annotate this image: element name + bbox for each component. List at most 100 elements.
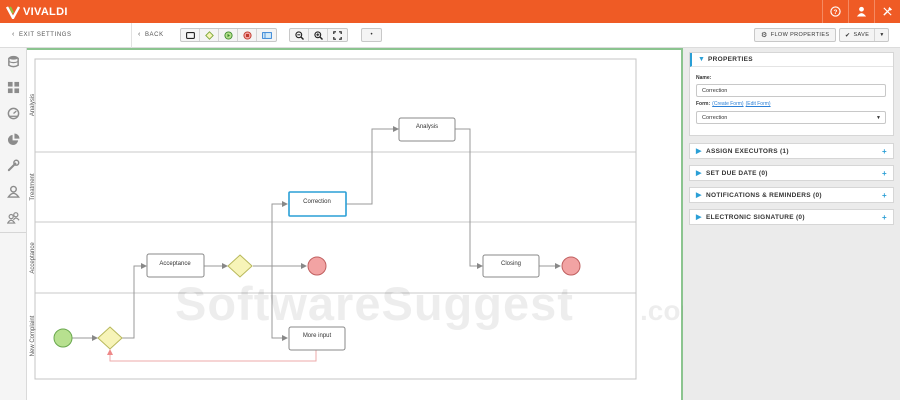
add-icon[interactable]: + — [882, 213, 887, 222]
task-label: Closing — [501, 261, 521, 267]
electronic-signature-section[interactable]: ▶ ELECTRONIC SIGNATURE (0) + — [689, 209, 894, 225]
form-label: Form: — [696, 101, 711, 107]
sidebar-divider — [0, 232, 26, 233]
gauge-icon — [7, 107, 19, 119]
help-icon: ? — [830, 6, 841, 17]
lane-icon — [261, 31, 272, 39]
pie-chart-icon — [7, 132, 20, 145]
lane-tool-button[interactable] — [257, 29, 276, 41]
add-icon[interactable]: + — [882, 169, 887, 178]
zoom-out-button[interactable] — [290, 29, 309, 41]
diagram-canvas[interactable]: Analysis Treatment Acceptance New Compla… — [27, 48, 682, 400]
wrench-icon — [7, 159, 19, 171]
add-icon[interactable]: + — [882, 147, 887, 156]
fit-screen-button[interactable] — [328, 29, 347, 41]
watermark: SoftwareSuggest — [175, 277, 574, 330]
section-header[interactable]: ▶ ASSIGN EXECUTORS (1) + — [690, 144, 893, 158]
lane-label-analysis[interactable]: Analysis — [30, 94, 36, 116]
user-icon — [856, 6, 867, 17]
chevron-down-icon: ▼ — [698, 56, 706, 63]
start-event[interactable] — [53, 328, 73, 348]
start-event-tool-button[interactable] — [219, 29, 238, 41]
chevron-right-icon: ▶ — [696, 192, 702, 199]
sidebar-item-reports[interactable] — [0, 126, 26, 152]
vivaldi-logo-icon — [6, 6, 20, 19]
task-correction[interactable]: Correction — [288, 191, 347, 217]
sidebar-item-database[interactable] — [0, 48, 26, 74]
options-button[interactable]: • — [362, 29, 381, 41]
exit-settings-label: EXIT SETTINGS — [18, 31, 72, 38]
user-button[interactable] — [848, 0, 874, 23]
task-tool-button[interactable] — [181, 29, 200, 41]
caret-down-icon: ▼ — [876, 114, 881, 121]
task-label: Analysis — [416, 124, 438, 130]
chevron-right-icon: ▶ — [696, 170, 702, 177]
task-label: Correction — [303, 199, 331, 205]
notifications-section[interactable]: ▶ NOTIFICATIONS & REMINDERS (0) + — [689, 187, 894, 203]
app-name: VIVALDI — [23, 6, 68, 18]
sidebar-item-groups[interactable] — [0, 204, 26, 230]
options-tool-group: • — [361, 28, 382, 42]
end-event-tool-button[interactable] — [238, 29, 257, 41]
form-select-value: Correction — [702, 114, 728, 121]
properties-sidebar: ▼ PROPERTIES Name: Correction Form: (Cre… — [683, 48, 900, 400]
chevron-left-icon: ‹ — [138, 31, 141, 38]
sidebar-item-gauge[interactable] — [0, 100, 26, 126]
section-label: ELECTRONIC SIGNATURE (0) — [706, 213, 805, 221]
edit-form-link[interactable]: (Edit Form) — [746, 101, 771, 107]
section-header[interactable]: ▶ SET DUE DATE (0) + — [690, 166, 893, 180]
end-event-rejected[interactable] — [307, 256, 327, 276]
start-circle-icon — [223, 30, 233, 40]
shape-tool-group — [180, 28, 277, 42]
users-group-icon — [6, 211, 20, 224]
svg-text:?: ? — [834, 9, 838, 16]
app-logo[interactable]: VIVALDI — [6, 4, 68, 20]
chevron-right-icon: ▶ — [696, 148, 702, 155]
properties-panel: ▼ PROPERTIES Name: Correction Form: (Cre… — [689, 52, 894, 136]
top-bar: VIVALDI ? — [0, 0, 900, 23]
sidebar-item-dashboard[interactable] — [0, 74, 26, 100]
save-dropdown-button[interactable]: ▼ — [875, 29, 888, 41]
create-form-link[interactable]: (Create Form) — [712, 101, 743, 107]
add-icon[interactable]: + — [882, 191, 887, 200]
flow-properties-label: FLOW PROPERTIES — [770, 32, 830, 38]
assign-executors-section[interactable]: ▶ ASSIGN EXECUTORS (1) + — [689, 143, 894, 159]
gear-icon: ⚙ — [761, 32, 768, 39]
help-button[interactable]: ? — [822, 0, 848, 23]
end-event-closed[interactable] — [561, 256, 581, 276]
check-icon: ✔ — [845, 32, 851, 39]
task-analysis[interactable]: Analysis — [398, 117, 456, 142]
section-header[interactable]: ▶ ELECTRONIC SIGNATURE (0) + — [690, 210, 893, 224]
sidebar-item-settings[interactable] — [0, 152, 26, 178]
lane-label-treatment[interactable]: Treatment — [30, 173, 36, 200]
zoom-out-icon — [294, 30, 304, 40]
save-button[interactable]: ✔ SAVE — [840, 29, 876, 41]
zoom-in-button[interactable] — [309, 29, 328, 41]
due-date-section[interactable]: ▶ SET DUE DATE (0) + — [689, 165, 894, 181]
section-header[interactable]: ▶ NOTIFICATIONS & REMINDERS (0) + — [690, 188, 893, 202]
name-field[interactable]: Correction — [696, 84, 886, 97]
section-label: SET DUE DATE (0) — [706, 169, 768, 177]
task-closing[interactable]: Closing — [482, 254, 540, 278]
tools-button[interactable] — [874, 0, 900, 23]
properties-header[interactable]: ▼ PROPERTIES — [690, 53, 893, 67]
zoom-in-icon — [313, 30, 323, 40]
gateway-tool-button[interactable] — [200, 29, 219, 41]
exit-settings-link[interactable]: ‹ EXIT SETTINGS — [12, 31, 72, 38]
task-label: Acceptance — [159, 261, 191, 267]
back-link[interactable]: ‹ BACK — [138, 31, 164, 38]
task-acceptance[interactable]: Acceptance — [146, 253, 205, 278]
name-label: Name: — [696, 75, 712, 81]
chevron-left-icon: ‹ — [12, 31, 15, 38]
chevron-right-icon: ▶ — [696, 214, 702, 221]
end-circle-icon — [242, 30, 252, 40]
save-label: SAVE — [853, 32, 870, 38]
task-label: More input — [303, 333, 332, 339]
form-select[interactable]: Correction ▼ — [696, 111, 886, 124]
back-label: BACK — [144, 31, 164, 38]
flow-properties-button[interactable]: ⚙ FLOW PROPERTIES — [754, 28, 837, 42]
properties-title: PROPERTIES — [708, 56, 753, 63]
lane-label-new-complaint[interactable]: New Complaint — [30, 315, 36, 356]
sidebar-item-user[interactable] — [0, 178, 26, 204]
lane-label-acceptance[interactable]: Acceptance — [30, 242, 36, 274]
